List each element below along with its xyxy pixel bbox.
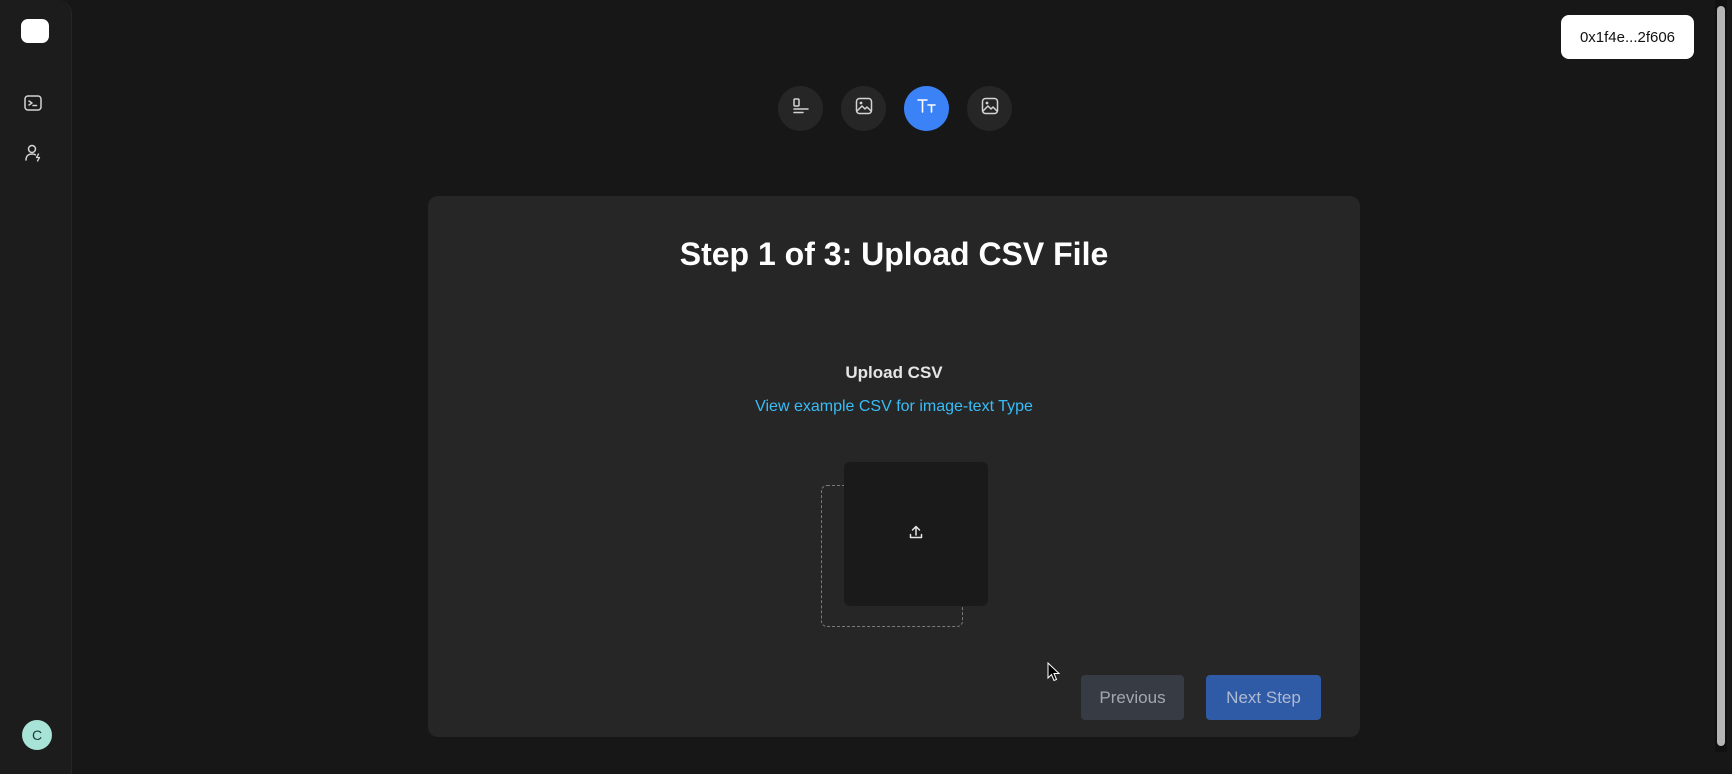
type-image-button[interactable] (841, 86, 886, 131)
mouse-cursor-icon (1047, 661, 1061, 687)
upload-icon (908, 524, 924, 545)
typography-icon (916, 96, 938, 121)
type-text-button[interactable] (778, 86, 823, 131)
sidebar: C (0, 0, 72, 774)
app-logo[interactable] (21, 19, 49, 43)
image-icon (854, 96, 874, 121)
scrollbar-thumb[interactable] (1717, 6, 1725, 746)
type-image-text-button[interactable] (904, 86, 949, 131)
avatar-initial: C (31, 727, 43, 743)
upload-card: Step 1 of 3: Upload CSV File Upload CSV … (428, 196, 1360, 737)
terminal-icon[interactable] (21, 91, 45, 115)
user-icon[interactable] (21, 141, 45, 165)
example-csv-link[interactable]: View example CSV for image-text Type (428, 398, 1360, 416)
page-title: Step 1 of 3: Upload CSV File (679, 236, 1109, 272)
next-step-button[interactable]: Next Step (1206, 675, 1321, 720)
file-dropzone[interactable] (844, 462, 988, 606)
image-icon (980, 96, 1000, 121)
avatar[interactable]: C (22, 720, 52, 750)
type-selector (778, 86, 1012, 131)
scrollbar[interactable] (1715, 0, 1727, 752)
wallet-address-button[interactable]: 0x1f4e...2f606 (1561, 15, 1694, 59)
text-align-left-icon (791, 96, 811, 121)
previous-button[interactable]: Previous (1081, 675, 1184, 720)
upload-label: Upload CSV (845, 363, 943, 382)
type-image-alt-button[interactable] (967, 86, 1012, 131)
